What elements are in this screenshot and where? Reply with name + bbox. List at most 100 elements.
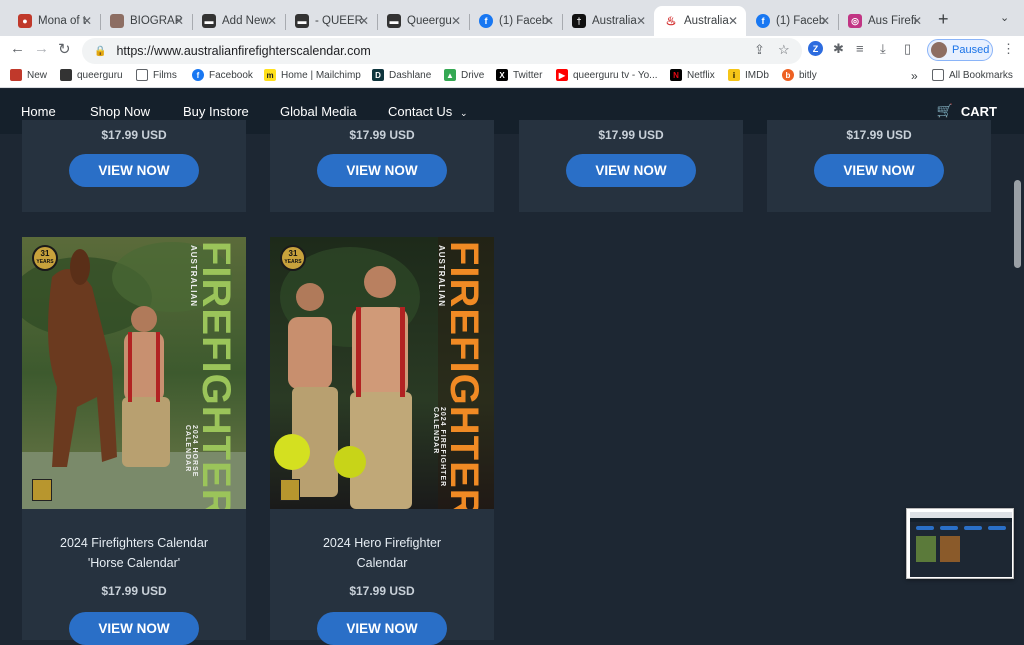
- close-icon[interactable]: ✕: [820, 14, 830, 28]
- extensions-puzzle-icon[interactable]: ✱: [833, 41, 844, 57]
- folder-icon: [932, 69, 944, 81]
- all-bookmarks[interactable]: All Bookmarks: [932, 69, 1013, 81]
- tab-queer[interactable]: ▬ - QUEER ✕: [285, 6, 377, 36]
- thumbnail-preview: [910, 512, 1012, 577]
- view-now-button[interactable]: VIEW NOW: [317, 612, 447, 645]
- reload-icon[interactable]: ↻: [58, 40, 71, 58]
- years-label: YEARS: [284, 259, 302, 265]
- close-icon[interactable]: ✕: [82, 14, 92, 28]
- cover-title: FIREFIGHTERS: [442, 241, 486, 509]
- url-text[interactable]: https://www.australianfirefighterscalend…: [116, 44, 370, 58]
- screenshot-thumbnail[interactable]: [906, 508, 1014, 579]
- more-bookmarks-chevron-icon[interactable]: »: [911, 69, 918, 83]
- product-image[interactable]: 31 YEARS FIREFIGHTERS AUSTRALIAN 2024 FIR…: [270, 237, 494, 509]
- bookmark-imdb[interactable]: i IMDb: [728, 69, 769, 81]
- bookmark-drive[interactable]: ▲ Drive: [444, 69, 484, 81]
- drive-icon: ▲: [444, 69, 456, 81]
- cover-country: AUSTRALIAN: [189, 245, 198, 307]
- cover-country: AUSTRALIAN: [437, 245, 446, 307]
- bookmark-label: IMDb: [745, 69, 769, 81]
- bookmark-films[interactable]: Films: [136, 69, 177, 81]
- chevron-down-icon[interactable]: ⌄: [1000, 11, 1009, 24]
- view-now-button[interactable]: VIEW NOW: [69, 154, 199, 187]
- avatar-icon: [110, 14, 124, 28]
- bookmark-label: Netflix: [687, 69, 715, 81]
- facebook-icon: f: [479, 14, 493, 28]
- queerguru-icon: [60, 69, 72, 81]
- tab-add-new[interactable]: ▬ Add New ✕: [192, 6, 285, 36]
- download-icon[interactable]: ⤓: [880, 41, 886, 57]
- 31-years-badge: 31 YEARS: [280, 245, 306, 271]
- product-card-hero-calendar[interactable]: 31 YEARS FIREFIGHTERS AUSTRALIAN 2024 FIR…: [270, 237, 494, 645]
- bookmark-star-icon[interactable]: ☆: [778, 42, 790, 58]
- bookmark-new[interactable]: New: [10, 69, 47, 81]
- mona-icon: [10, 69, 22, 81]
- close-icon[interactable]: ✕: [544, 14, 554, 28]
- bookmark-youtube[interactable]: ▶ queerguru tv - Yo...: [556, 69, 658, 81]
- bookmark-label: Twitter: [513, 69, 543, 81]
- media-queue-icon[interactable]: ≡: [856, 41, 864, 56]
- close-icon[interactable]: ✕: [174, 14, 184, 28]
- zoom-extension-icon[interactable]: Z: [808, 41, 823, 56]
- share-icon[interactable]: ⇪: [754, 42, 765, 58]
- close-icon[interactable]: ✕: [912, 14, 922, 28]
- cover-title: FIREFIGHTERS: [194, 241, 238, 509]
- back-arrow-icon[interactable]: ←: [10, 40, 25, 57]
- view-now-button[interactable]: VIEW NOW: [566, 154, 696, 187]
- bookmarks-bar: New queerguru Films f Facebook m Home | Ma…: [0, 64, 1024, 88]
- view-now-button[interactable]: VIEW NOW: [69, 612, 199, 645]
- close-icon[interactable]: ✕: [359, 14, 369, 28]
- bookmark-bitly[interactable]: b bitly: [782, 69, 817, 81]
- tab-queerguru[interactable]: ▬ Queergu ✕: [377, 6, 469, 36]
- bookmark-twitter[interactable]: X Twitter: [496, 69, 542, 81]
- tab-instagram[interactable]: ◎ Aus Firefi ✕: [838, 6, 930, 36]
- site-info-icon[interactable]: 🔒: [94, 46, 106, 57]
- tab-biography[interactable]: BIOGRAP ✕: [100, 6, 192, 36]
- queerguru-icon: ▬: [295, 14, 309, 28]
- years-number: 31: [288, 249, 298, 258]
- tab-facebook[interactable]: f (1) Faceb ✕: [469, 6, 562, 36]
- bookmark-label: New: [27, 69, 48, 81]
- emblem-badge: [32, 479, 52, 501]
- product-image[interactable]: 31 YEARS FIREFIGHTERS AUSTRALIAN 2024 HOR…: [22, 237, 246, 509]
- bookmark-label: Home | Mailchimp: [281, 69, 361, 81]
- queerguru-icon: ▬: [202, 14, 216, 28]
- browser-toolbar: ← → ↻ 🔒 https://www.australianfirefighte…: [0, 36, 1024, 64]
- tab-australia[interactable]: † Australia ✕: [562, 6, 654, 36]
- bookmark-facebook[interactable]: f Facebook: [192, 69, 253, 81]
- view-now-button[interactable]: VIEW NOW: [317, 154, 447, 187]
- bookmark-queerguru[interactable]: queerguru: [60, 69, 123, 81]
- kebab-menu-icon[interactable]: ⋮: [1002, 41, 1015, 57]
- bookmark-label: Films: [153, 69, 177, 81]
- tab-mona[interactable]: ● Mona of t ✕: [8, 6, 100, 36]
- bookmark-label: queerguru tv - Yo...: [573, 69, 658, 81]
- side-panel-icon[interactable]: ▯: [904, 41, 911, 57]
- bookmark-netflix[interactable]: N Netflix: [670, 69, 715, 81]
- view-now-button[interactable]: VIEW NOW: [814, 154, 944, 187]
- product-title[interactable]: 2024 Hero Firefighter Calendar: [280, 533, 484, 573]
- product-title[interactable]: 2024 Firefighters Calendar 'Horse Calend…: [32, 533, 236, 573]
- address-bar[interactable]: 🔒 https://www.australianfirefighterscale…: [82, 38, 802, 64]
- close-icon[interactable]: ✕: [267, 14, 277, 28]
- mona-icon: ●: [18, 14, 32, 28]
- tab-facebook-2[interactable]: f (1) Faceb ✕: [746, 6, 838, 36]
- close-icon[interactable]: ✕: [728, 14, 738, 28]
- queerguru-icon: ▬: [387, 14, 401, 28]
- bookmark-dashlane[interactable]: D Dashlane: [372, 69, 431, 81]
- profile-paused-button[interactable]: Paused: [927, 39, 993, 61]
- forward-arrow-icon[interactable]: →: [34, 40, 49, 57]
- product-title-line1: 2024 Hero Firefighter: [322, 536, 442, 550]
- netflix-icon: N: [670, 69, 682, 81]
- years-label: YEARS: [36, 259, 54, 265]
- close-icon[interactable]: ✕: [451, 14, 461, 28]
- dashlane-icon: D: [372, 69, 384, 81]
- product-card-horse-calendar[interactable]: 31 YEARS FIREFIGHTERS AUSTRALIAN 2024 HOR…: [22, 237, 246, 645]
- australia-icon: †: [572, 14, 586, 28]
- new-tab-icon[interactable]: +: [938, 9, 949, 30]
- bookmark-label: Facebook: [209, 69, 253, 81]
- facebook-icon: f: [192, 69, 204, 81]
- close-icon[interactable]: ✕: [636, 14, 646, 28]
- tab-australia-active[interactable]: ♨ Australia ✕: [654, 6, 746, 36]
- bookmark-mailchimp[interactable]: m Home | Mailchimp: [264, 69, 361, 81]
- page-scrollbar-thumb[interactable]: [1014, 180, 1021, 268]
